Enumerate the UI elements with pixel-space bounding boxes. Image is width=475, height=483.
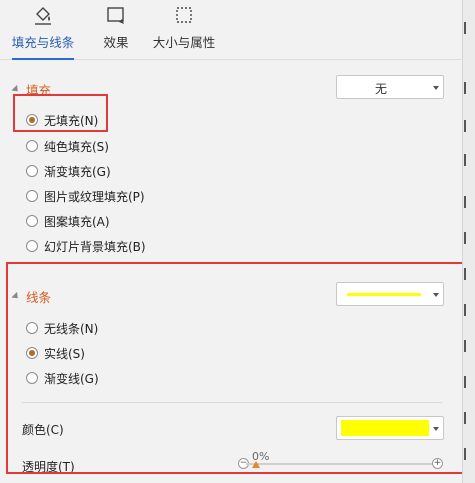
size-properties-icon (176, 7, 192, 23)
transparency-slider-track[interactable] (246, 463, 434, 465)
line-section-label: 线条 (26, 290, 52, 305)
radio-label: 图片或纹理填充(P) (44, 189, 145, 204)
radio-solid-line[interactable]: 实线(S) (26, 343, 85, 363)
line-color-dropdown[interactable] (336, 416, 444, 440)
tab-fill-line[interactable]: 填充与线条 (8, 4, 78, 60)
radio-label: 渐变填充(G) (44, 164, 111, 179)
radio-button[interactable] (26, 240, 38, 252)
radio-button[interactable] (26, 347, 38, 359)
radio-button[interactable] (26, 372, 38, 384)
format-panel: 填充与线条 效果 大小与属性 填充 无 无填充(N) 纯色填充(S) 渐变填充(… (0, 0, 466, 483)
fill-bucket-icon (35, 7, 51, 25)
section-divider (22, 402, 442, 403)
line-style-dropdown[interactable] (336, 282, 444, 306)
toolbar-glyph[interactable] (464, 340, 474, 352)
radio-label: 图案填充(A) (44, 214, 110, 229)
radio-button[interactable] (26, 165, 38, 177)
tab-bar: 填充与线条 效果 大小与属性 (0, 0, 462, 60)
radio-no-line[interactable]: 无线条(N) (26, 318, 98, 338)
color-label: 颜色(C) (22, 423, 64, 437)
chevron-down-icon (433, 293, 439, 297)
chevron-down-icon (433, 86, 439, 90)
radio-label: 实线(S) (44, 346, 85, 361)
tab-size-properties-label: 大小与属性 (152, 35, 216, 50)
toolbar-glyph[interactable] (464, 232, 474, 244)
transparency-slider-thumb[interactable] (252, 461, 260, 468)
radio-button[interactable] (26, 114, 38, 126)
transparency-label: 透明度(T) (22, 460, 75, 474)
toolbar-glyph[interactable] (464, 82, 474, 94)
effects-icon (107, 7, 124, 24)
radio-button[interactable] (26, 190, 38, 202)
tab-effects[interactable]: 效果 (96, 4, 136, 60)
toolbar-glyph[interactable] (464, 304, 474, 316)
radio-label: 无填充(N) (44, 113, 99, 128)
line-color-swatch (347, 293, 421, 296)
radio-picture-fill[interactable]: 图片或纹理填充(P) (26, 186, 145, 206)
radio-label: 无线条(N) (44, 321, 99, 336)
color-swatch (341, 420, 429, 436)
line-section-title[interactable]: 线条 (11, 287, 52, 306)
radio-pattern-fill[interactable]: 图案填充(A) (26, 211, 110, 231)
radio-solid-fill[interactable]: 纯色填充(S) (26, 136, 109, 156)
toolbar-glyph[interactable] (464, 154, 474, 166)
radio-label: 纯色填充(S) (44, 139, 109, 154)
fill-section-title[interactable]: 填充 (11, 80, 52, 99)
toolbar-glyph[interactable] (464, 448, 474, 460)
toolbar-glyph[interactable] (464, 412, 474, 424)
toolbar-glyph[interactable] (464, 376, 474, 388)
fill-section-label: 填充 (26, 83, 52, 98)
radio-button[interactable] (26, 140, 38, 152)
collapse-triangle-icon (11, 84, 21, 95)
chevron-down-icon (433, 427, 439, 431)
side-toolbar (462, 0, 475, 483)
plus-icon[interactable]: + (432, 458, 443, 469)
radio-button[interactable] (26, 215, 38, 227)
toolbar-glyph[interactable] (464, 196, 474, 208)
radio-slide-background-fill[interactable]: 幻灯片背景填充(B) (26, 236, 146, 256)
radio-label: 渐变线(G) (44, 371, 99, 386)
tab-effects-label: 效果 (103, 35, 129, 50)
toolbar-glyph[interactable] (464, 268, 474, 280)
tab-size-properties[interactable]: 大小与属性 (148, 4, 220, 60)
radio-button[interactable] (26, 322, 38, 334)
fill-type-value: 无 (374, 82, 387, 96)
toolbar-glyph[interactable] (464, 22, 474, 34)
radio-label: 幻灯片背景填充(B) (44, 239, 146, 254)
radio-gradient-line[interactable]: 渐变线(G) (26, 368, 99, 388)
fill-type-dropdown[interactable]: 无 (336, 75, 444, 99)
collapse-triangle-icon (11, 291, 21, 302)
radio-no-fill[interactable]: 无填充(N) (26, 110, 98, 130)
radio-gradient-fill[interactable]: 渐变填充(G) (26, 161, 111, 181)
toolbar-glyph[interactable] (464, 120, 474, 132)
tab-fill-line-label: 填充与线条 (11, 35, 75, 50)
